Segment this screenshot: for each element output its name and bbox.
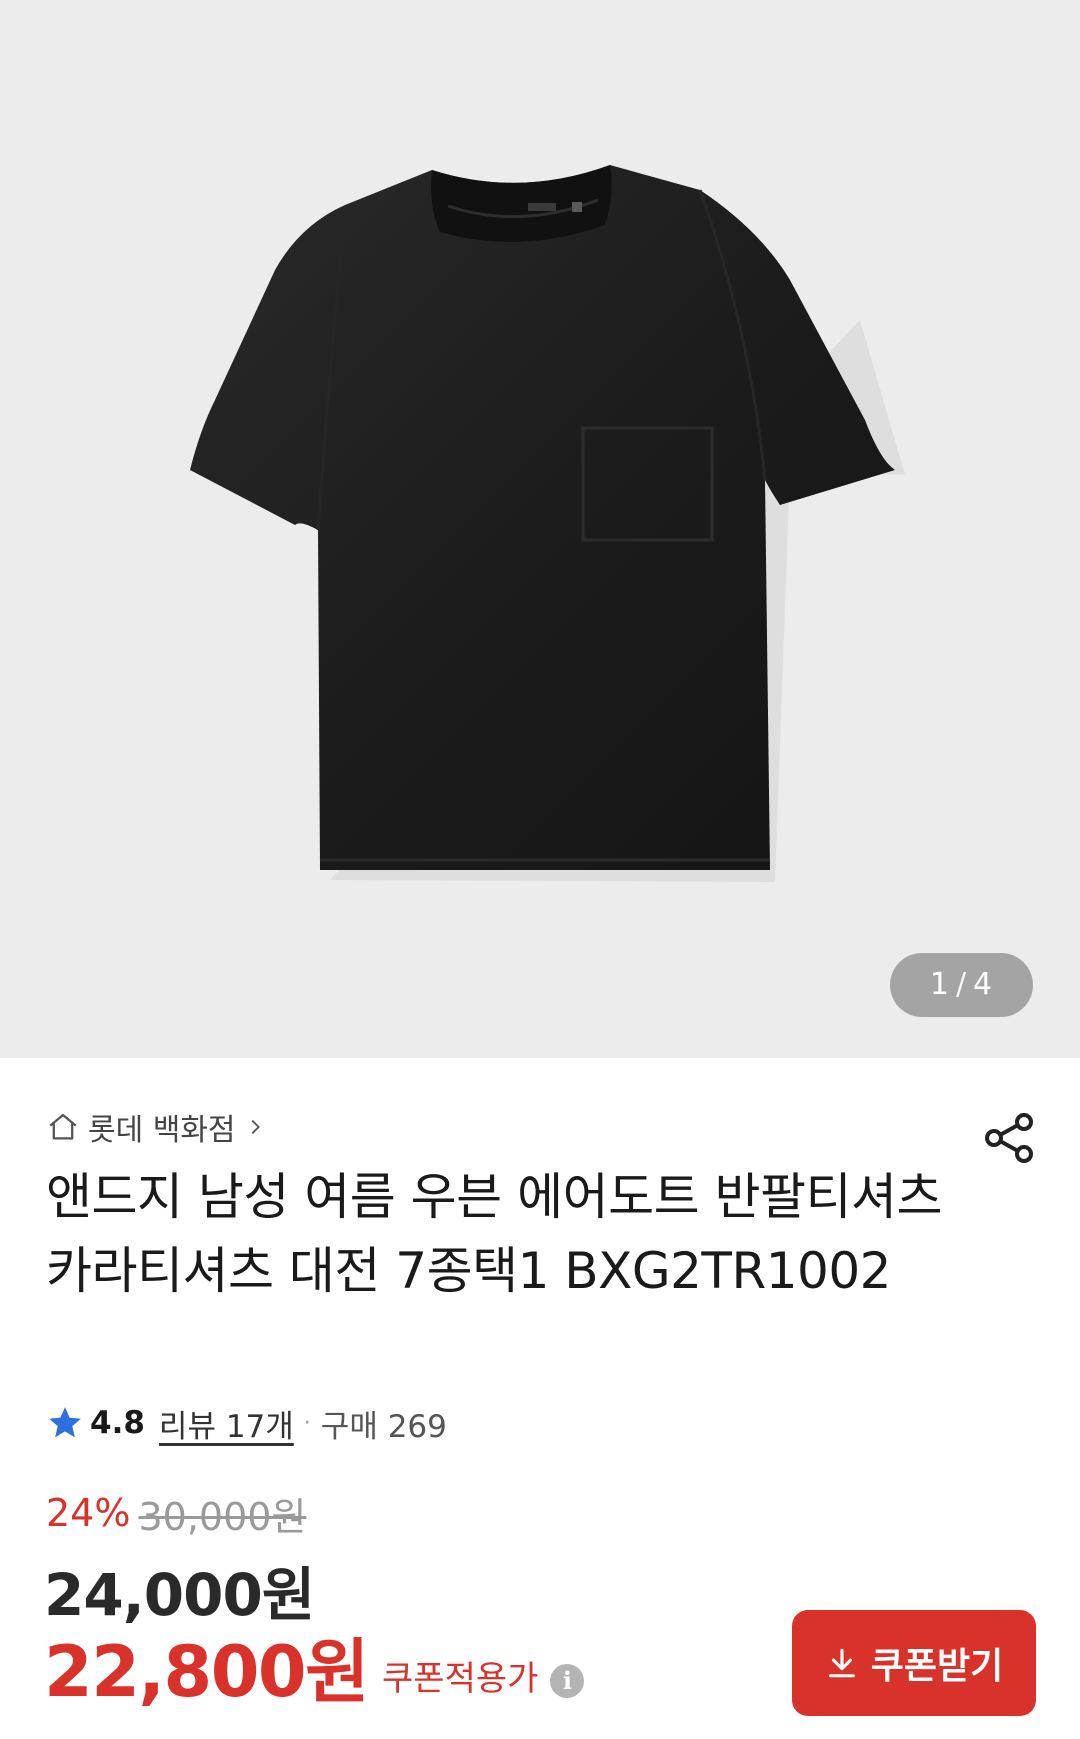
get-coupon-label: 쿠폰받기 — [870, 1646, 1004, 1687]
image-counter: 1/4 — [890, 953, 1033, 1017]
home-icon — [49, 1113, 77, 1140]
download-icon — [828, 1648, 855, 1678]
rating-row: 4.8 리뷰 17개 · 구매 269 — [46, 1400, 447, 1446]
store-name: 롯데 백화점 — [88, 1113, 236, 1148]
discount-row: 24% 30,000원 — [46, 1488, 307, 1539]
rating-separator: · — [303, 1410, 311, 1436]
review-count-link[interactable]: 리뷰 17개 — [159, 1401, 294, 1446]
share-icon[interactable] — [982, 1110, 1038, 1166]
product-image-gallery[interactable]: 1/4 — [0, 0, 1080, 1058]
purchase-count: 구매 269 — [320, 1408, 447, 1445]
rating-score: 4.8 — [90, 1405, 145, 1441]
sale-price: 24,000원 — [44, 1561, 315, 1629]
coupon-price-row: 22,800원 쿠폰적용가 i — [44, 1630, 585, 1714]
tshirt-image — [190, 165, 905, 882]
original-price: 30,000원 — [138, 1494, 307, 1539]
info-icon[interactable]: i — [550, 1664, 585, 1698]
image-counter-separator: / — [955, 967, 968, 1002]
discount-rate: 24% — [46, 1491, 131, 1535]
get-coupon-button[interactable]: 쿠폰받기 — [792, 1610, 1036, 1716]
coupon-price-label: 쿠폰적용가 — [382, 1659, 539, 1699]
image-counter-current: 1 — [929, 967, 950, 1002]
product-title: 앤드지 남성 여름 우븐 에어도트 반팔티셔츠 카라티셔츠 대전 7종택1 BX… — [46, 1168, 942, 1300]
image-counter-total: 4 — [973, 967, 994, 1002]
store-link[interactable]: 롯데 백화점 — [46, 1107, 266, 1148]
chevron-right-icon — [251, 1119, 260, 1135]
star-icon — [49, 1407, 81, 1438]
coupon-price: 22,800원 — [44, 1631, 370, 1713]
